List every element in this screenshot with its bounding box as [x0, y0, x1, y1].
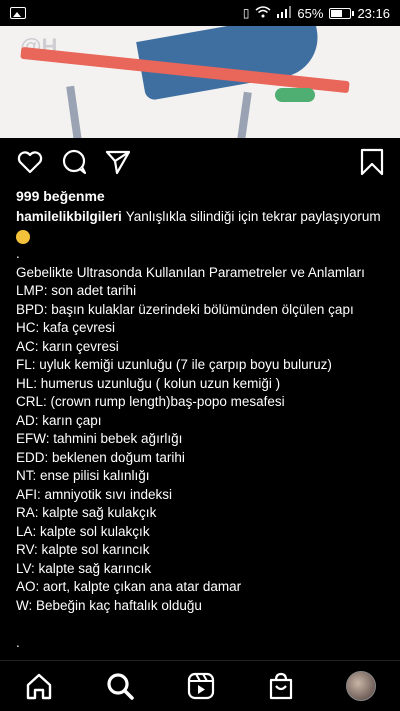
- caption-line: .: [16, 246, 20, 261]
- battery-percent: 65%: [297, 5, 324, 21]
- heart-icon[interactable]: [16, 148, 44, 176]
- like-count[interactable]: 999 beğenme: [16, 188, 105, 204]
- caption-line: LA: kalpte sol kulakçık: [16, 523, 150, 539]
- gallery-notification-icon: [10, 7, 26, 19]
- caption-line: NT: ense pilisi kalınlığı: [16, 468, 150, 483]
- caption-line: AO: aort, kalpte çıkan ana atar damar: [16, 579, 242, 594]
- comment-icon[interactable]: [60, 148, 88, 176]
- status-bar: ▯ 65% 23:16: [0, 0, 400, 26]
- profile-avatar[interactable]: [346, 671, 376, 701]
- vibrate-icon: ▯: [242, 6, 250, 20]
- battery-fill: [331, 9, 343, 17]
- caption-line: FL: uyluk kemiği uzunluğu (7 ile çarpıp …: [16, 357, 332, 372]
- battery-icon: [329, 7, 355, 19]
- caption-line: RA: kalpte sağ kulakçık: [16, 505, 157, 520]
- post-image[interactable]: @H: [0, 26, 400, 138]
- caption-line: HL: humerus uzunluğu ( kolun uzun kemiği…: [16, 375, 281, 391]
- send-icon[interactable]: [104, 148, 132, 176]
- bottom-navigation: [0, 660, 400, 711]
- illustration-table-leg: [236, 91, 252, 138]
- caption-line: AFI: amniyotik sıvı indeksi: [16, 486, 173, 502]
- reels-icon[interactable]: [186, 671, 216, 701]
- caption-line: Gebelikte Ultrasonda Kullanılan Parametr…: [16, 264, 365, 280]
- caption-line: W: Bebeğin kaç haftalık olduğu: [16, 597, 202, 613]
- caption-intro: Yanlışlıkla silindiği için tekrar paylaş…: [125, 209, 381, 224]
- caption-line: .: [16, 634, 20, 650]
- caption-line: AD: karın çapı: [16, 412, 102, 428]
- bookmark-icon[interactable]: [358, 148, 386, 176]
- illustration-shoe: [275, 88, 315, 102]
- home-icon[interactable]: [24, 671, 54, 701]
- caption-line: CRL: (crown rump length)baş-popo mesafes…: [16, 394, 285, 409]
- search-icon[interactable]: [105, 671, 135, 701]
- caption-line: HC: kafa çevresi: [16, 320, 116, 335]
- caption-line: EDD: beklenen doğum tarihi: [16, 449, 185, 465]
- caption-line: RV: kalpte sol karıncık: [16, 542, 150, 557]
- emoji-icon: [16, 229, 30, 244]
- caption-line: LV: kalpte sağ karıncık: [16, 560, 152, 576]
- post-caption: hamilelikbilgileri Yanlışlıkla silindiği …: [16, 208, 386, 652]
- wifi-icon: [255, 5, 271, 21]
- illustration-table-leg: [66, 85, 82, 138]
- post-action-bar: [0, 138, 400, 186]
- shop-icon[interactable]: [266, 671, 296, 701]
- caption-line: BPD: başın kulaklar üzerindeki bölümünde…: [16, 301, 354, 317]
- caption-line: [16, 615, 386, 634]
- clock: 23:16: [357, 5, 390, 21]
- caption-line: AC: karın çevresi: [16, 338, 119, 354]
- caption-username[interactable]: hamilelikbilgileri: [16, 209, 122, 224]
- caption-line: LMP: son adet tarihi: [16, 283, 137, 298]
- caption-line: EFW: tahmini bebek ağırlığı: [16, 431, 183, 446]
- signal-icon: [277, 5, 292, 21]
